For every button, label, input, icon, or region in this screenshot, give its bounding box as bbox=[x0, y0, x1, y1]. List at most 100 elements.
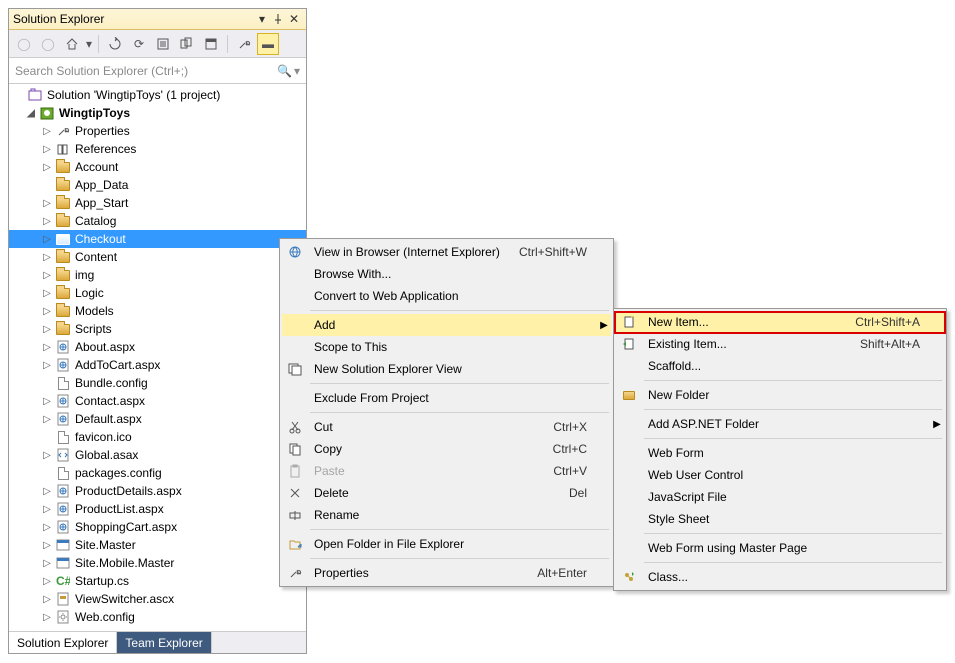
menu-item[interactable]: DeleteDel bbox=[282, 482, 611, 504]
tree-item[interactable]: ▷Site.Mobile.Master bbox=[9, 554, 306, 572]
close-icon[interactable]: ✕ bbox=[286, 11, 302, 27]
tab-team-explorer[interactable]: Team Explorer bbox=[117, 632, 211, 653]
expander-icon[interactable]: ▷ bbox=[41, 342, 53, 353]
tree-item[interactable]: ▷Site.Master bbox=[9, 536, 306, 554]
expander-icon[interactable]: ▷ bbox=[41, 234, 53, 245]
tree-item[interactable]: ▷Scripts bbox=[9, 320, 306, 338]
menu-item[interactable]: Convert to Web Application bbox=[282, 285, 611, 307]
menu-item[interactable]: Web Form using Master Page bbox=[616, 537, 944, 559]
preview-button[interactable] bbox=[200, 33, 222, 55]
tree-item[interactable]: ▷About.aspx bbox=[9, 338, 306, 356]
menu-item[interactable]: Web Form bbox=[616, 442, 944, 464]
tab-solution-explorer[interactable]: Solution Explorer bbox=[9, 632, 117, 653]
expander-icon[interactable]: ▷ bbox=[41, 288, 53, 299]
expander-icon[interactable]: ▷ bbox=[41, 252, 53, 263]
tree-item[interactable]: ▷Default.aspx bbox=[9, 410, 306, 428]
tree-item[interactable]: ▷ViewSwitcher.ascx bbox=[9, 590, 306, 608]
back-button[interactable]: ◯ bbox=[13, 33, 35, 55]
menu-item[interactable]: JavaScript File bbox=[616, 486, 944, 508]
expander-icon[interactable]: ▷ bbox=[41, 414, 53, 425]
expander-icon[interactable]: ▷ bbox=[41, 612, 53, 623]
pin-icon[interactable] bbox=[270, 11, 286, 27]
expander-icon[interactable]: ▷ bbox=[41, 306, 53, 317]
tree-item[interactable]: App_Data bbox=[9, 176, 306, 194]
expander-icon[interactable]: ▷ bbox=[41, 450, 53, 461]
menu-item[interactable]: Scaffold... bbox=[616, 355, 944, 377]
menu-item[interactable]: New Folder bbox=[616, 384, 944, 406]
tree-item[interactable]: ▷img bbox=[9, 266, 306, 284]
tree-item[interactable]: ▷Web.config bbox=[9, 608, 306, 626]
preview-selected-button[interactable]: ▬ bbox=[257, 33, 279, 55]
menu-item[interactable]: Existing Item...Shift+Alt+A bbox=[616, 333, 944, 355]
menu-item[interactable]: Style Sheet bbox=[616, 508, 944, 530]
tree-item[interactable]: ▷AddToCart.aspx bbox=[9, 356, 306, 374]
menu-item[interactable]: Open Folder in File Explorer bbox=[282, 533, 611, 555]
expander-icon[interactable]: ▷ bbox=[41, 126, 53, 137]
tree-item[interactable]: ▷References bbox=[9, 140, 306, 158]
expander-icon[interactable]: ▷ bbox=[41, 576, 53, 587]
tree-item[interactable]: ▷ShoppingCart.aspx bbox=[9, 518, 306, 536]
expander-icon[interactable]: ▷ bbox=[41, 270, 53, 281]
forward-button[interactable]: ◯ bbox=[37, 33, 59, 55]
menu-item[interactable]: CutCtrl+X bbox=[282, 416, 611, 438]
tree-item[interactable]: ▷App_Start bbox=[9, 194, 306, 212]
menu-item[interactable]: New Item...Ctrl+Shift+A bbox=[616, 311, 944, 333]
menu-label: Class... bbox=[642, 570, 920, 584]
show-all-button[interactable] bbox=[176, 33, 198, 55]
tree-item[interactable]: packages.config bbox=[9, 464, 306, 482]
tree-item[interactable]: ▷ProductDetails.aspx bbox=[9, 482, 306, 500]
menu-item[interactable]: Exclude From Project bbox=[282, 387, 611, 409]
expander-icon[interactable]: ◢ bbox=[25, 108, 37, 119]
tree-item[interactable]: ▷Properties bbox=[9, 122, 306, 140]
menu-item[interactable]: View in Browser (Internet Explorer)Ctrl+… bbox=[282, 241, 611, 263]
menu-item[interactable]: CopyCtrl+C bbox=[282, 438, 611, 460]
dropdown-caret[interactable]: ▾ bbox=[85, 33, 93, 55]
expander-icon[interactable]: ▷ bbox=[41, 486, 53, 497]
menu-item[interactable]: Rename bbox=[282, 504, 611, 526]
expander-icon[interactable]: ▷ bbox=[41, 324, 53, 335]
expander-icon[interactable]: ▷ bbox=[41, 558, 53, 569]
expander-icon[interactable]: ▷ bbox=[41, 216, 53, 227]
tree-item[interactable]: ▷Content bbox=[9, 248, 306, 266]
tree-item[interactable]: ▷Logic bbox=[9, 284, 306, 302]
solution-node[interactable]: Solution 'WingtipToys' (1 project) bbox=[9, 86, 306, 104]
properties-button[interactable] bbox=[233, 33, 255, 55]
menu-item[interactable]: Add ASP.NET Folder▶ bbox=[616, 413, 944, 435]
tree-item[interactable]: ▷Account bbox=[9, 158, 306, 176]
tree-item[interactable]: ▷ProductList.aspx bbox=[9, 500, 306, 518]
menu-item[interactable]: New Solution Explorer View bbox=[282, 358, 611, 380]
menu-item[interactable]: Class... bbox=[616, 566, 944, 588]
tree-item[interactable]: ▷Checkout bbox=[9, 230, 306, 248]
tree-item[interactable]: ▷Models bbox=[9, 302, 306, 320]
dropdown-icon[interactable]: ▾ bbox=[254, 11, 270, 27]
refresh-button[interactable]: ⟳ bbox=[128, 33, 150, 55]
search-bar[interactable]: Search Solution Explorer (Ctrl+;) 🔍 ▾ bbox=[9, 58, 306, 84]
home-button[interactable] bbox=[61, 33, 83, 55]
tree-item[interactable]: ▷Contact.aspx bbox=[9, 392, 306, 410]
project-node[interactable]: ◢ WingtipToys bbox=[9, 104, 306, 122]
expander-icon[interactable]: ▷ bbox=[41, 504, 53, 515]
search-icon[interactable]: 🔍 bbox=[277, 64, 292, 78]
tree-item[interactable]: favicon.ico bbox=[9, 428, 306, 446]
tree-item[interactable]: Bundle.config bbox=[9, 374, 306, 392]
expander-icon[interactable]: ▷ bbox=[41, 522, 53, 533]
expander-icon[interactable]: ▷ bbox=[41, 162, 53, 173]
menu-item[interactable]: Web User Control bbox=[616, 464, 944, 486]
menu-item[interactable]: Add▶ bbox=[282, 314, 611, 336]
menu-item[interactable]: PropertiesAlt+Enter bbox=[282, 562, 611, 584]
search-dropdown[interactable]: ▾ bbox=[294, 64, 300, 78]
expander-icon[interactable]: ▷ bbox=[41, 198, 53, 209]
menu-item[interactable]: Browse With... bbox=[282, 263, 611, 285]
menu-item[interactable]: Scope to This bbox=[282, 336, 611, 358]
tree-item[interactable]: ▷C#Startup.cs bbox=[9, 572, 306, 590]
expander-icon[interactable]: ▷ bbox=[41, 540, 53, 551]
expander-icon[interactable]: ▷ bbox=[41, 144, 53, 155]
tree-item[interactable]: ▷Global.asax bbox=[9, 446, 306, 464]
menu-item[interactable]: PasteCtrl+V bbox=[282, 460, 611, 482]
sync-button[interactable] bbox=[104, 33, 126, 55]
tree-item[interactable]: ▷Catalog bbox=[9, 212, 306, 230]
collapse-button[interactable] bbox=[152, 33, 174, 55]
expander-icon[interactable]: ▷ bbox=[41, 594, 53, 605]
expander-icon[interactable]: ▷ bbox=[41, 396, 53, 407]
expander-icon[interactable]: ▷ bbox=[41, 360, 53, 371]
